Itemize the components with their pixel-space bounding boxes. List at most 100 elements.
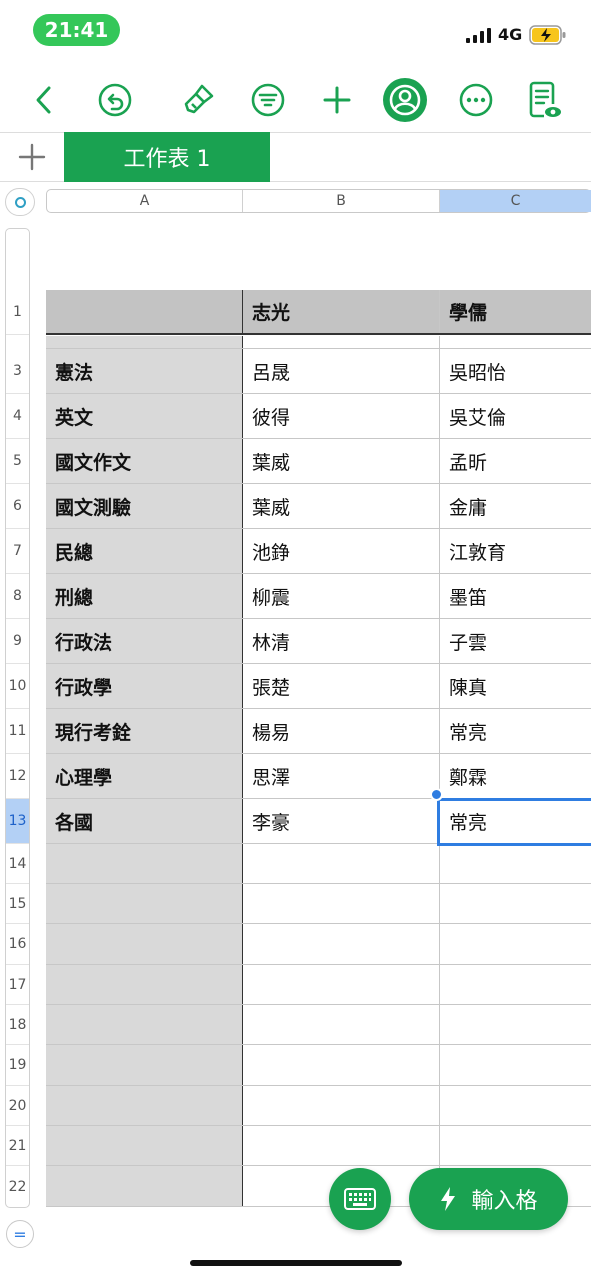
empty-cell[interactable] — [46, 1126, 243, 1165]
empty-cell[interactable] — [46, 1005, 243, 1044]
empty-cell[interactable] — [243, 924, 440, 964]
cell-a3[interactable]: 憲法 — [46, 349, 243, 393]
empty-cell[interactable] — [440, 1126, 591, 1165]
empty-cell[interactable] — [440, 1045, 591, 1085]
cell-a8[interactable]: 刑總 — [46, 574, 243, 618]
row-header-6[interactable]: 6 — [6, 484, 29, 529]
back-button[interactable] — [22, 78, 66, 122]
empty-cell[interactable] — [440, 884, 591, 923]
cell-c11[interactable]: 常亮 — [440, 709, 591, 753]
cell-c12[interactable]: 鄭霖 — [440, 754, 591, 798]
empty-cell[interactable] — [440, 965, 591, 1004]
row-header-1[interactable]: 1 — [6, 290, 29, 335]
cell-a13[interactable]: 各國 — [46, 799, 243, 843]
cell-a10[interactable]: 行政學 — [46, 664, 243, 708]
row-header-12[interactable]: 12 — [6, 754, 29, 799]
cell-b10[interactable]: 張楚 — [243, 664, 440, 708]
row-header-17[interactable]: 17 — [6, 965, 29, 1005]
row-header-4[interactable]: 4 — [6, 394, 29, 439]
row-header-20[interactable]: 20 — [6, 1086, 29, 1126]
cell-a6[interactable]: 國文測驗 — [46, 484, 243, 528]
cell-c6[interactable]: 金庸 — [440, 484, 591, 528]
cell-a9[interactable]: 行政法 — [46, 619, 243, 663]
cell-c4[interactable]: 吳艾倫 — [440, 394, 591, 438]
cell-b6[interactable]: 葉威 — [243, 484, 440, 528]
row-header-5[interactable]: 5 — [6, 439, 29, 484]
cell-b3[interactable]: 呂晟 — [243, 349, 440, 393]
format-button[interactable] — [176, 78, 220, 122]
reading-view-button[interactable] — [522, 78, 566, 122]
formula-button[interactable]: = — [6, 1220, 34, 1248]
empty-cell[interactable] — [440, 844, 591, 883]
empty-cell[interactable] — [243, 1086, 440, 1125]
empty-cell[interactable] — [440, 1086, 591, 1125]
selection-handle[interactable] — [430, 788, 443, 801]
empty-cell[interactable] — [46, 844, 243, 883]
empty-cell[interactable] — [243, 844, 440, 883]
cell-b4[interactable]: 彼得 — [243, 394, 440, 438]
row-header-9[interactable]: 9 — [6, 619, 29, 664]
empty-cell[interactable] — [46, 884, 243, 923]
empty-cell[interactable] — [243, 1005, 440, 1044]
empty-cell[interactable] — [46, 1166, 243, 1206]
input-cell-button[interactable]: 輸入格 — [409, 1168, 568, 1230]
cell-a5[interactable]: 國文作文 — [46, 439, 243, 483]
cell-b13[interactable]: 李豪 — [243, 799, 440, 843]
header-cell-a[interactable] — [46, 290, 243, 333]
add-sheet-button[interactable] — [0, 133, 64, 181]
cell-c5[interactable]: 孟昕 — [440, 439, 591, 483]
header-cell-c[interactable]: 學儒 — [440, 290, 591, 333]
row-header-8[interactable]: 8 — [6, 574, 29, 619]
row-header-18[interactable]: 18 — [6, 1005, 29, 1045]
row-header-13[interactable]: 13 — [6, 799, 29, 844]
cell-c10[interactable]: 陳真 — [440, 664, 591, 708]
insert-button[interactable] — [315, 78, 359, 122]
row-header-21[interactable]: 21 — [6, 1126, 29, 1166]
empty-cell[interactable] — [46, 1045, 243, 1085]
column-header-b[interactable]: B — [243, 190, 440, 212]
cell-c8[interactable]: 墨笛 — [440, 574, 591, 618]
row-header-7[interactable]: 7 — [6, 529, 29, 574]
row-header-11[interactable]: 11 — [6, 709, 29, 754]
row-header-16[interactable]: 16 — [6, 924, 29, 965]
row-header-15[interactable]: 15 — [6, 884, 29, 924]
cell-b9[interactable]: 林清 — [243, 619, 440, 663]
row-header-19[interactable]: 19 — [6, 1045, 29, 1086]
column-header-a[interactable]: A — [47, 190, 243, 212]
cell-a7[interactable]: 民總 — [46, 529, 243, 573]
empty-cell[interactable] — [243, 1045, 440, 1085]
empty-cell[interactable] — [46, 1086, 243, 1125]
select-all-button[interactable] — [5, 188, 35, 216]
empty-cell[interactable] — [243, 965, 440, 1004]
keyboard-button[interactable] — [329, 1168, 391, 1230]
undo-button[interactable] — [93, 78, 137, 122]
empty-cell[interactable] — [440, 1005, 591, 1044]
cell-a11[interactable]: 現行考銓 — [46, 709, 243, 753]
more-button[interactable] — [454, 78, 498, 122]
cell-b5[interactable]: 葉威 — [243, 439, 440, 483]
cell-c9[interactable]: 子雲 — [440, 619, 591, 663]
column-header-c[interactable]: C — [440, 190, 591, 212]
collaborate-button[interactable] — [381, 76, 429, 124]
empty-cell[interactable] — [46, 965, 243, 1004]
collaborate-icon — [383, 78, 427, 122]
empty-cell[interactable] — [243, 884, 440, 923]
cell-b8[interactable]: 柳震 — [243, 574, 440, 618]
row-header-22[interactable]: 22 — [6, 1166, 29, 1207]
empty-cell[interactable] — [440, 924, 591, 964]
filter-button[interactable] — [246, 78, 290, 122]
cell-b12[interactable]: 思澤 — [243, 754, 440, 798]
cell-c7[interactable]: 江敦育 — [440, 529, 591, 573]
cell-b11[interactable]: 楊易 — [243, 709, 440, 753]
empty-cell[interactable] — [46, 924, 243, 964]
cell-c3[interactable]: 吳昭怡 — [440, 349, 591, 393]
row-header-3[interactable]: 3 — [6, 349, 29, 394]
header-cell-b[interactable]: 志光 — [243, 290, 440, 333]
empty-cell[interactable] — [243, 1126, 440, 1165]
cell-a4[interactable]: 英文 — [46, 394, 243, 438]
cell-a12[interactable]: 心理學 — [46, 754, 243, 798]
tab-sheet-1[interactable]: 工作表 1 — [64, 132, 270, 182]
cell-b7[interactable]: 池錚 — [243, 529, 440, 573]
row-header-14[interactable]: 14 — [6, 844, 29, 884]
row-header-10[interactable]: 10 — [6, 664, 29, 709]
